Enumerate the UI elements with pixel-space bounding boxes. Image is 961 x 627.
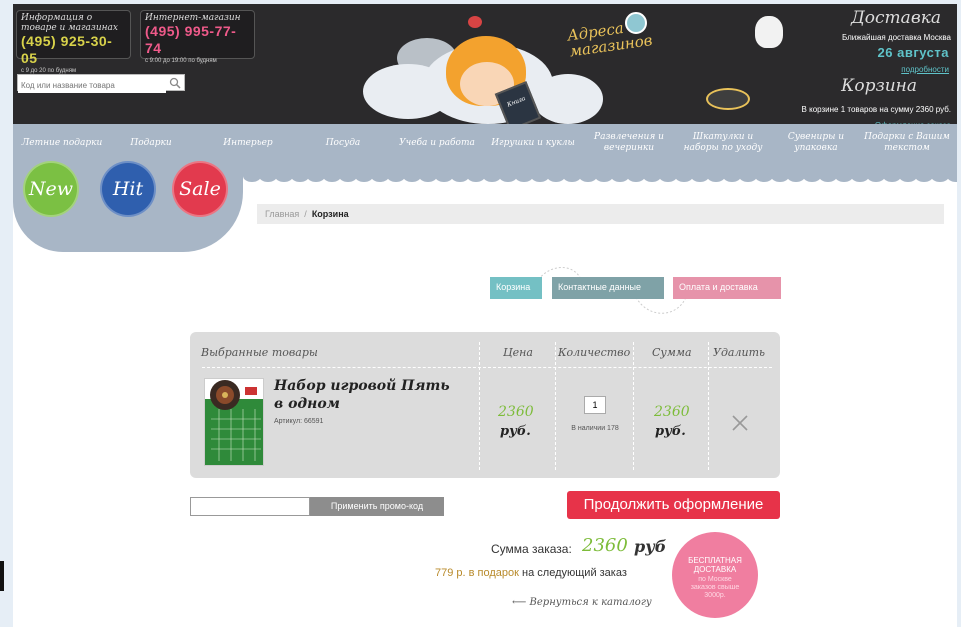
step-contacts[interactable]: Контактные данные (552, 277, 664, 299)
cat-illustration (755, 16, 783, 48)
free-delivery-line3: по Москве (698, 576, 732, 583)
breadcrumb-current: Корзина (311, 209, 349, 219)
order-sum-currency: руб (634, 537, 667, 556)
order-sum-value: 2360 (582, 535, 628, 556)
nav-scallop-decoration (947, 170, 957, 182)
cloud-decoration (533, 74, 603, 124)
gift-text: на следующий заказ (522, 567, 627, 579)
arrow-left-icon: ⟵ (512, 597, 527, 608)
nav-item-interior[interactable]: Интерьер (213, 138, 283, 149)
back-to-catalog-link[interactable]: ⟵ Вернуться к каталогу (512, 597, 652, 608)
cart-summary-line: В корзине 1 товаров на сумму 2360 руб. (801, 105, 951, 114)
product-article: Артикул: 66591 (274, 418, 324, 425)
nav-item-custom-text[interactable]: Подарки с Вашим текстом (859, 132, 955, 154)
divider (202, 367, 772, 368)
header-sum: Сумма (652, 346, 692, 359)
free-delivery-line1: БЕСПЛАТНАЯ (688, 556, 742, 565)
page: Информация о товаре и магазинах (495) 92… (13, 4, 957, 627)
product-name[interactable]: Набор игровой Пять в одном (274, 377, 454, 413)
sum-value: 2360 (654, 404, 690, 420)
site-header: Информация о товаре и магазинах (495) 92… (13, 4, 957, 131)
free-delivery-line4: заказов свыше (690, 584, 740, 591)
divider (555, 342, 556, 470)
shop-phone-caption: Интернет-магазин (145, 13, 241, 23)
delivery-title[interactable]: Доставка (851, 8, 941, 28)
info-phone-number[interactable]: (495) 925-30-05 (21, 33, 126, 67)
breadcrumb-home[interactable]: Главная (265, 209, 299, 219)
divider (633, 342, 634, 470)
store-addresses-link[interactable]: Адреса магазинов (566, 13, 679, 61)
header-items: Выбранные товары (201, 346, 318, 359)
book-label: Книга (506, 95, 527, 109)
clock-icon (625, 12, 647, 34)
header-price: Цена (503, 346, 533, 359)
basket-illustration (706, 88, 750, 110)
nav-item-summer-gifts[interactable]: Летние подарки (17, 138, 107, 149)
gift-amount: 779 р. в подарок (435, 567, 519, 579)
promo-code-input[interactable] (190, 497, 310, 516)
continue-checkout-button[interactable]: Продолжить оформление (567, 491, 780, 519)
back-label: Вернуться к каталогу (529, 597, 652, 608)
search-icon[interactable] (169, 77, 181, 89)
browser-frame: Информация о товаре и магазинах (495) 92… (0, 0, 961, 627)
info-phone-box: Информация о товаре и магазинах (495) 92… (16, 10, 131, 74)
bird-icon (468, 16, 482, 28)
info-phone-caption: Информация о товаре и магазинах (21, 13, 118, 33)
scroll-marker (0, 561, 4, 591)
shop-phone-number[interactable]: (495) 995-77-74 (145, 23, 250, 57)
delivery-date: 26 августа (877, 45, 949, 60)
nav-item-dishes[interactable]: Посуда (313, 138, 373, 149)
stock-info: В наличии 178 (571, 425, 619, 432)
delivery-more-link[interactable]: подробности (901, 65, 949, 74)
divider (479, 342, 480, 470)
delivery-line: Ближайшая доставка Москва (841, 33, 951, 42)
header-remove: Удалить (713, 346, 765, 359)
search-input[interactable] (18, 78, 166, 93)
remove-item-icon[interactable] (731, 414, 749, 432)
roulette-set-image (205, 380, 263, 465)
nav-item-study-work[interactable]: Учеба и работа (396, 138, 478, 149)
breadcrumb: Главная / Корзина (257, 204, 944, 224)
nav-item-souvenirs[interactable]: Сувениры и упаковка (781, 132, 851, 154)
step-cart[interactable]: Корзина (490, 277, 542, 299)
divider (708, 342, 709, 470)
free-delivery-line2: ДОСТАВКА (693, 565, 737, 574)
breadcrumb-separator: / (304, 209, 307, 219)
badge-hit[interactable]: Hit (100, 161, 156, 217)
nav-item-gifts[interactable]: Подарки (121, 138, 181, 149)
cart-table: Выбранные товары Цена Количество Сумма У… (190, 332, 780, 478)
apply-promo-button[interactable]: Применить промо-код (310, 497, 444, 516)
shop-phone-box: Интернет-магазин (495) 995-77-74 с 9:00 … (140, 10, 255, 64)
nav-item-toys-dolls[interactable]: Игрушки и куклы (486, 138, 580, 149)
step-payment-delivery[interactable]: Оплата и доставка (673, 277, 781, 299)
free-delivery-line5: 3000р. (704, 592, 726, 599)
nav-item-boxes-care[interactable]: Шкатулки и наборы по уходу (675, 132, 771, 154)
cart-title[interactable]: Корзина (841, 76, 917, 96)
badge-new[interactable]: New (23, 161, 79, 217)
product-image[interactable] (204, 378, 264, 466)
nav-item-entertainment[interactable]: Развлечения и вечеринки (588, 132, 670, 154)
order-sum-label: Сумма заказа: (491, 542, 572, 556)
header-qty: Количество (558, 346, 631, 359)
price-value: 2360 (498, 404, 534, 420)
free-delivery-badge: БЕСПЛАТНАЯ ДОСТАВКА по Москве заказов св… (672, 532, 758, 618)
search-box (17, 74, 185, 93)
gift-info: 779 р. в подарок на следующий заказ (435, 567, 627, 579)
quantity-input[interactable]: 1 (584, 396, 606, 414)
sum-currency: руб. (655, 424, 686, 439)
shop-phone-hours: с 9:00 до 19:00 по будням (145, 58, 217, 64)
badge-sale[interactable]: Sale (172, 161, 228, 217)
price-currency: руб. (500, 424, 531, 439)
